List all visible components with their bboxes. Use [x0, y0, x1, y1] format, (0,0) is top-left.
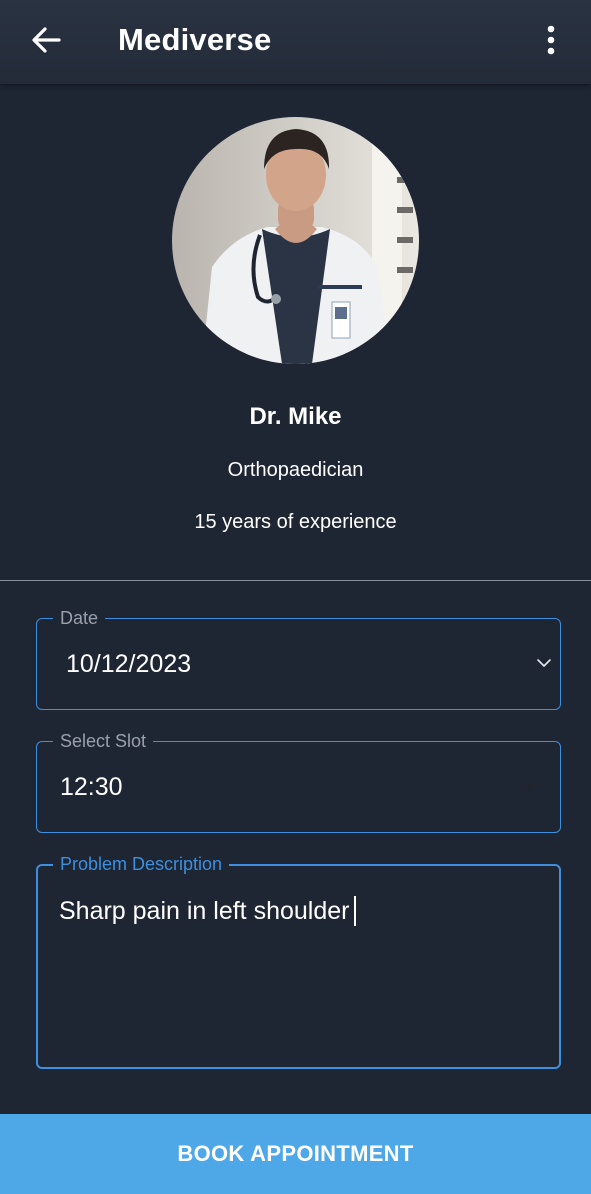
dropdown-arrow-icon[interactable]: [522, 784, 538, 792]
problem-description-field[interactable]: Problem Description Sharp pain in left s…: [36, 853, 561, 1069]
doctor-avatar: [172, 117, 419, 364]
overflow-menu-button[interactable]: [536, 22, 566, 58]
date-label: Date: [53, 607, 106, 629]
slot-label: Select Slot: [53, 730, 154, 752]
slot-select[interactable]: Select Slot 12:30: [36, 730, 561, 833]
problem-description-text: Sharp pain in left shoulder: [59, 897, 350, 925]
chevron-down-icon[interactable]: [536, 657, 552, 669]
app-bar: Mediverse: [0, 0, 591, 84]
text-cursor: [354, 896, 357, 926]
back-button[interactable]: [26, 22, 66, 58]
doctor-experience: 15 years of experience: [194, 511, 397, 533]
doctor-name: Dr. Mike: [249, 403, 342, 430]
book-appointment-button[interactable]: BOOK APPOINTMENT: [0, 1114, 591, 1194]
problem-description-label: Problem Description: [53, 853, 230, 875]
app-title: Mediverse: [118, 22, 272, 57]
arrow-left-icon: [32, 27, 61, 53]
problem-description-input[interactable]: Sharp pain in left shoulder: [59, 895, 357, 927]
more-vert-icon: [547, 25, 555, 55]
date-field[interactable]: Date 10/12/2023: [36, 607, 561, 710]
date-value: 10/12/2023: [66, 650, 192, 678]
section-divider: [0, 580, 591, 581]
slot-value: 12:30: [60, 773, 123, 801]
doctor-portrait-photo: [172, 117, 419, 364]
doctor-specialty: Orthopaedician: [227, 459, 364, 481]
